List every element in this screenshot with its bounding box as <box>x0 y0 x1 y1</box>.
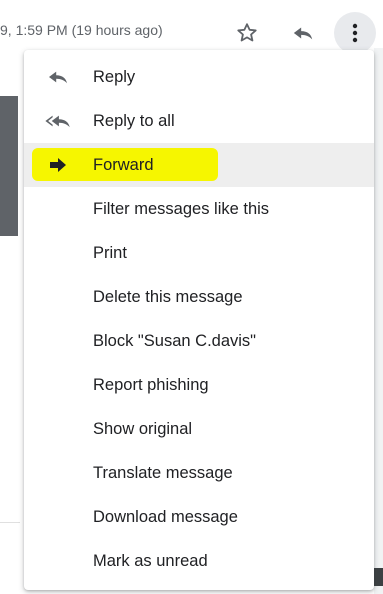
background-scroll-edge <box>374 48 383 594</box>
menu-item-report-phishing[interactable]: Report phishing <box>24 363 374 407</box>
forward-arrow-icon <box>44 155 72 175</box>
menu-item-label: Block "Susan C.davis" <box>93 331 257 350</box>
menu-item-reply[interactable]: Reply <box>24 55 374 99</box>
menu-item-label: Download message <box>93 507 238 526</box>
menu-item-block-sender[interactable]: Block "Susan C.davis" <box>24 319 374 363</box>
menu-item-print[interactable]: Print <box>24 231 374 275</box>
menu-item-label: Reply <box>93 67 136 86</box>
menu-item-label: Filter messages like this <box>93 199 270 218</box>
background-divider <box>0 522 20 523</box>
menu-item-translate-message[interactable]: Translate message <box>24 451 374 495</box>
reply-icon <box>44 67 72 87</box>
reply-all-icon <box>44 111 72 131</box>
message-options-menu: Reply Reply to all Forward Filter messag… <box>24 50 374 590</box>
menu-item-label: Mark as unread <box>93 551 208 570</box>
menu-item-label: Translate message <box>93 463 233 482</box>
menu-item-download-message[interactable]: Download message <box>24 495 374 539</box>
more-options-button[interactable] <box>334 12 376 54</box>
more-vert-icon <box>352 23 358 43</box>
background-corner <box>374 568 383 586</box>
menu-item-forward[interactable]: Forward <box>24 143 374 187</box>
menu-item-delete-message[interactable]: Delete this message <box>24 275 374 319</box>
menu-item-label: Forward <box>93 155 154 174</box>
reply-button[interactable] <box>289 19 317 47</box>
star-button[interactable] <box>233 19 261 47</box>
menu-item-label: Delete this message <box>93 287 243 306</box>
message-timestamp: 9, 1:59 PM (19 hours ago) <box>0 22 163 38</box>
star-outline-icon <box>237 23 257 42</box>
reply-arrow-icon <box>293 27 313 40</box>
menu-item-label: Reply to all <box>93 111 175 130</box>
background-email-strip <box>0 96 18 236</box>
menu-item-reply-all[interactable]: Reply to all <box>24 99 374 143</box>
menu-item-label: Print <box>93 243 127 262</box>
menu-item-filter-messages[interactable]: Filter messages like this <box>24 187 374 231</box>
menu-item-label: Report phishing <box>93 375 209 394</box>
menu-item-mark-as-unread[interactable]: Mark as unread <box>24 539 374 583</box>
menu-item-show-original[interactable]: Show original <box>24 407 374 451</box>
menu-item-label: Show original <box>93 419 193 438</box>
